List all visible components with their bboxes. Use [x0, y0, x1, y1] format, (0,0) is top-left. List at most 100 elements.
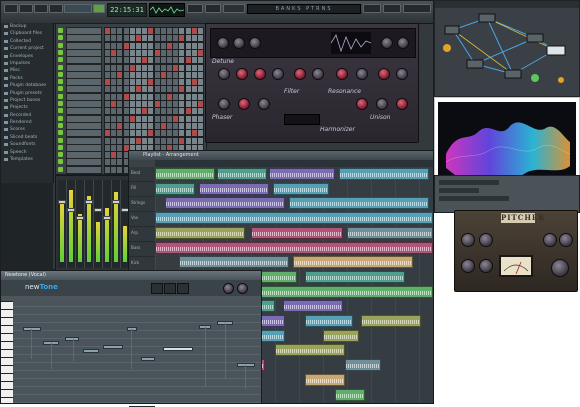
browser-item[interactable]: Misc — [1, 67, 53, 74]
audio-clip[interactable] — [273, 182, 329, 195]
pitcher-key-knob[interactable] — [461, 233, 475, 247]
mod-knob[interactable] — [218, 98, 230, 110]
channel-row[interactable] — [58, 121, 204, 130]
browser-item[interactable]: Collected — [1, 38, 53, 45]
mixer-strip[interactable] — [76, 180, 85, 268]
audio-clip[interactable] — [283, 300, 343, 313]
master-volume-knob[interactable] — [187, 4, 203, 13]
audio-clip[interactable] — [155, 168, 215, 180]
channel-mute-led[interactable] — [58, 166, 63, 172]
channel-name-button[interactable] — [66, 165, 102, 174]
channel-row[interactable] — [58, 114, 204, 123]
volume-fader[interactable] — [85, 200, 93, 204]
browser-item[interactable]: Templates — [1, 156, 53, 163]
browser-item[interactable]: Scores — [1, 126, 53, 133]
browser-item[interactable]: Plugin database — [1, 82, 53, 89]
osc3-knob[interactable] — [249, 37, 261, 49]
osc1-knob[interactable] — [217, 37, 229, 49]
volume-knob[interactable] — [397, 37, 409, 49]
osc2-knob[interactable] — [233, 37, 245, 49]
glide-knob[interactable] — [258, 98, 270, 110]
pattern-selector[interactable]: BANKS PTRNS — [247, 4, 361, 14]
pitcher-fine-knob[interactable] — [559, 233, 573, 247]
track-name[interactable]: Bass — [129, 242, 155, 257]
harm-knob[interactable] — [356, 98, 368, 110]
pitch-note[interactable] — [23, 327, 41, 331]
audio-clip[interactable] — [155, 241, 433, 254]
pitch-note[interactable] — [127, 327, 137, 331]
channel-row[interactable] — [58, 56, 204, 65]
channel-row[interactable] — [58, 85, 204, 94]
browser-item[interactable]: Sliced beats — [1, 134, 53, 141]
channel-mute-led[interactable] — [58, 108, 63, 114]
channel-mute-led[interactable] — [58, 35, 63, 41]
channel-mute-led[interactable] — [58, 152, 63, 158]
channel-mute-led[interactable] — [58, 64, 63, 70]
mixer-strip[interactable] — [67, 180, 76, 268]
newtone-knob-2[interactable] — [237, 283, 248, 294]
channel-mute-led[interactable] — [58, 79, 63, 85]
channel-mute-led[interactable] — [58, 71, 63, 77]
audio-clip[interactable] — [269, 168, 335, 180]
browser-item[interactable]: Projects — [1, 104, 53, 111]
channel-mute-led[interactable] — [58, 49, 63, 55]
channel-mute-led[interactable] — [58, 137, 63, 143]
channel-mute-led[interactable] — [58, 130, 63, 136]
mixer-strip[interactable] — [112, 180, 121, 268]
channel-mute-led[interactable] — [58, 93, 63, 99]
res-knob[interactable] — [336, 68, 348, 80]
audio-clip[interactable] — [335, 388, 365, 401]
pitch-note[interactable] — [237, 363, 255, 367]
drive-knob[interactable] — [356, 68, 368, 80]
mixer-strip[interactable] — [103, 180, 112, 268]
tool-button-1[interactable] — [363, 4, 381, 13]
browser-item[interactable]: Plugin presets — [1, 90, 53, 97]
track-name[interactable]: Vox — [129, 212, 155, 227]
audio-clip[interactable] — [361, 315, 421, 327]
property-row[interactable] — [439, 196, 509, 201]
menu-edit-button[interactable] — [19, 4, 33, 13]
lfo-amount-knob[interactable] — [396, 68, 408, 80]
audio-clip[interactable] — [293, 256, 413, 269]
channel-row[interactable] — [58, 63, 204, 72]
audio-clip[interactable] — [347, 226, 433, 239]
mixer-strip[interactable] — [58, 180, 67, 268]
audio-clip[interactable] — [305, 373, 345, 386]
property-row[interactable] — [439, 188, 479, 193]
tool-cut-button[interactable] — [164, 283, 176, 294]
browser-item[interactable]: Rendered — [1, 119, 53, 126]
lfo-rate-knob[interactable] — [378, 68, 390, 80]
tool-button-3[interactable] — [403, 4, 431, 13]
pitch-note-selected[interactable] — [163, 347, 193, 351]
pitcher-harm-knob[interactable] — [461, 259, 475, 273]
tool-select-button[interactable] — [151, 283, 163, 294]
preset-display[interactable] — [284, 114, 320, 125]
env-knob[interactable] — [238, 98, 250, 110]
channel-row[interactable] — [58, 92, 204, 101]
audio-clip[interactable] — [165, 197, 285, 210]
mixer-strip[interactable] — [94, 180, 103, 268]
patcher-graph[interactable] — [435, 8, 579, 96]
pitch-note[interactable] — [65, 337, 79, 341]
channel-row[interactable] — [58, 48, 204, 57]
browser-item[interactable]: Project bones — [1, 97, 53, 104]
browser-item[interactable]: Current project — [1, 45, 53, 52]
audio-clip[interactable] — [179, 256, 289, 269]
master-pitch-knob[interactable] — [205, 4, 221, 13]
audio-clip[interactable] — [199, 182, 269, 195]
channel-row[interactable] — [58, 129, 204, 138]
pitch-note[interactable] — [141, 357, 155, 361]
channel-mute-led[interactable] — [58, 42, 63, 48]
filter-freq-knob[interactable] — [312, 68, 324, 80]
audio-clip[interactable] — [305, 270, 405, 283]
pitcher-gender-knob[interactable] — [543, 233, 557, 247]
browser-item[interactable]: Soundfonts — [1, 141, 53, 148]
audio-clip[interactable] — [155, 212, 433, 225]
menu-file-button[interactable] — [4, 4, 18, 13]
harm-mix-knob[interactable] — [376, 98, 388, 110]
menu-view-button[interactable] — [34, 4, 48, 13]
sustain-knob[interactable] — [272, 68, 284, 80]
audio-clip[interactable] — [339, 168, 429, 180]
channel-row[interactable] — [58, 27, 204, 35]
pitcher-voices-knob[interactable] — [479, 259, 493, 273]
